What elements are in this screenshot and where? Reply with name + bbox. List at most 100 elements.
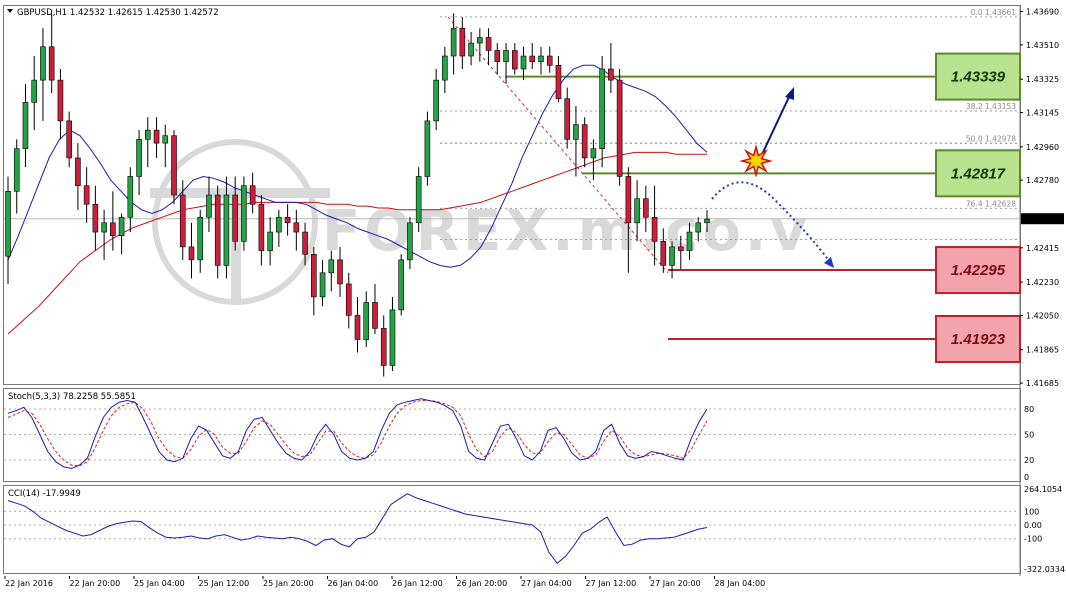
candle-body xyxy=(415,176,422,224)
candle xyxy=(5,176,11,284)
candle xyxy=(162,124,169,168)
candle-body xyxy=(197,216,204,261)
level-box-label: 1.41923 xyxy=(951,331,1006,348)
x-tick-label: 26 Jan 20:00 xyxy=(457,579,508,588)
x-tick-label: 26 Jan 12:00 xyxy=(392,579,443,588)
candle-body xyxy=(75,157,81,187)
candle xyxy=(546,46,553,73)
candle-body xyxy=(223,194,230,266)
candle-body xyxy=(450,27,457,57)
candle xyxy=(415,167,422,233)
level-box-label: 1.42817 xyxy=(951,165,1006,182)
chart-canvas[interactable]: FOREX.m.co.v 0.0 1.43661 38.2 1.43153 50.0 … xyxy=(0,0,1066,596)
candle xyxy=(503,43,509,84)
cci-tick-label: 264.1054 xyxy=(1024,485,1062,494)
candle xyxy=(75,143,81,210)
candle xyxy=(136,130,142,195)
candle xyxy=(92,185,99,251)
candle-body xyxy=(651,216,658,242)
watermark-logo: FOREX.m.co.v xyxy=(150,139,807,305)
candle-body xyxy=(407,222,413,261)
candle xyxy=(83,167,90,223)
candle-body xyxy=(232,194,238,242)
candle-body xyxy=(590,148,597,159)
candle-body xyxy=(57,79,64,122)
candle xyxy=(564,87,571,149)
candle-body xyxy=(118,216,125,237)
candle-body xyxy=(442,55,448,81)
x-tick-label: 26 Jan 04:00 xyxy=(328,579,379,588)
candle xyxy=(424,111,431,186)
x-tick-label: 27 Jan 04:00 xyxy=(521,579,572,588)
candle-body xyxy=(31,79,38,103)
candle-body xyxy=(258,203,265,251)
bullish-arrow-head xyxy=(785,87,794,100)
candle xyxy=(197,209,204,273)
candle-body xyxy=(276,216,282,233)
fib-label: 38.2 1.43153 xyxy=(966,102,1016,111)
candle-body xyxy=(354,315,361,340)
candle-body xyxy=(328,259,335,274)
candle-body xyxy=(171,135,177,196)
candle-body xyxy=(110,222,116,237)
candle xyxy=(118,213,125,255)
stoch-tick-label: 0 xyxy=(1024,473,1029,482)
candle xyxy=(511,43,518,75)
candle xyxy=(101,209,107,260)
candle-body xyxy=(494,50,501,62)
candle xyxy=(22,83,29,168)
x-tick-label: 28 Jan 04:00 xyxy=(715,579,766,588)
candle xyxy=(669,241,675,279)
candle-body xyxy=(241,185,247,242)
x-tick-label: 22 Jan 2016 xyxy=(5,579,53,588)
candle xyxy=(389,296,396,372)
candle-body xyxy=(424,120,431,177)
candle-body xyxy=(22,102,29,149)
candle xyxy=(599,56,605,168)
level-box-label: 1.43339 xyxy=(951,69,1006,86)
candle-body xyxy=(529,55,536,62)
y-tick-label: 1.43510 xyxy=(1026,41,1059,50)
candle-body xyxy=(5,190,11,257)
candle xyxy=(538,46,544,75)
candle-body xyxy=(337,259,343,285)
candle xyxy=(485,28,492,66)
candle-body xyxy=(555,64,562,99)
candle-body xyxy=(188,246,195,261)
fib-label: 76.4 1.42628 xyxy=(966,199,1016,208)
candle-body xyxy=(616,79,623,177)
candle xyxy=(442,46,448,94)
y-tick-label: 1.42230 xyxy=(1026,278,1059,287)
candle xyxy=(241,176,247,251)
bearish-arrow-head xyxy=(824,257,834,268)
candle-body xyxy=(145,129,151,140)
candle-body xyxy=(520,55,527,70)
candle-body xyxy=(485,37,492,51)
stoch-tick-label: 50 xyxy=(1024,431,1034,440)
candle-body xyxy=(206,194,212,218)
candle xyxy=(267,217,273,266)
candle-body xyxy=(389,309,396,366)
candle xyxy=(188,222,195,279)
candle xyxy=(363,291,370,347)
cci-panel-frame xyxy=(3,485,1021,574)
candle-body xyxy=(608,68,614,81)
breakout-star-icon xyxy=(739,144,773,178)
candle-body xyxy=(380,328,387,366)
candle xyxy=(13,139,20,214)
candle xyxy=(145,117,151,168)
current-price-label: 1.42572 xyxy=(1024,215,1057,224)
mt4-chart-window: FOREX.m.co.v 0.0 1.43661 38.2 1.43153 50.0 … xyxy=(0,0,1066,596)
candle-body xyxy=(48,46,55,81)
candle-body xyxy=(92,203,99,233)
candle xyxy=(127,167,134,233)
x-tick-label: 27 Jan 20:00 xyxy=(650,579,701,588)
candle-body xyxy=(695,222,702,233)
candle-body xyxy=(459,27,466,57)
y-tick-label: 1.43145 xyxy=(1026,109,1059,118)
x-tick-label: 25 Jan 20:00 xyxy=(263,579,314,588)
candle-body xyxy=(398,259,404,311)
candle xyxy=(372,283,378,334)
cci-line xyxy=(7,493,708,565)
candle xyxy=(276,209,282,247)
